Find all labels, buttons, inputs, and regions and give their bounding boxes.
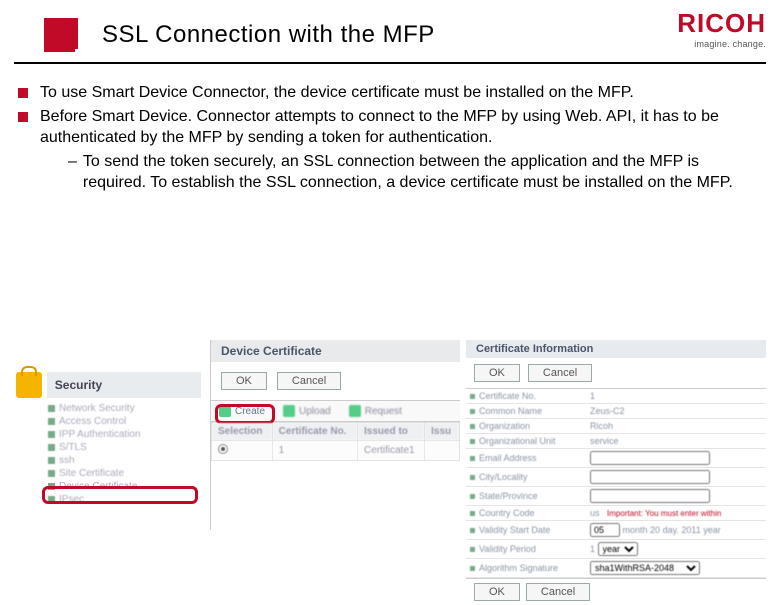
certificate-table: Selection Certificate No. Issued to Issu… — [211, 422, 460, 461]
highlight-ring-icon — [215, 404, 275, 424]
col-issuer: Issu — [425, 423, 460, 441]
month-field[interactable] — [590, 523, 620, 537]
brand-tagline: imagine. change. — [677, 39, 766, 49]
cancel-button[interactable]: Cancel — [277, 372, 341, 390]
bullet-1: To use Smart Device Connector, the devic… — [36, 82, 744, 104]
sidebar-item[interactable]: Access Control — [48, 415, 204, 428]
panel-title: Device Certificate — [211, 340, 460, 362]
sub-bullet-1: – To send the token securely, an SSL con… — [36, 151, 744, 194]
validity-start-date[interactable]: month 20 day. 2011 year — [586, 521, 766, 540]
bullet-2: Before Smart Device. Connector attempts … — [36, 106, 744, 149]
request-button[interactable]: Request — [349, 405, 402, 417]
screenshot-strip: Security Network Security Access Control… — [14, 340, 766, 530]
algorithm-select[interactable]: sha1WithRSA-2048 — [590, 561, 700, 575]
highlight-ring-icon — [42, 486, 198, 504]
city-field[interactable] — [590, 470, 710, 484]
bullet-1-text: To use Smart Device Connector, the devic… — [40, 82, 634, 104]
sidebar-item[interactable]: Site Certificate — [48, 467, 204, 480]
slide-header: SSL Connection with the MFP RICOH imagin… — [14, 0, 766, 64]
upload-button[interactable]: Upload — [283, 405, 331, 417]
upload-icon — [283, 405, 295, 417]
sidebar-item[interactable]: S/TLS — [48, 441, 204, 454]
bullet-square-icon — [44, 18, 78, 52]
bullet-2-text: Before Smart Device. Connector attempts … — [40, 106, 744, 149]
col-cert-no: Certificate No. — [272, 423, 357, 441]
slide-title: SSL Connection with the MFP — [102, 21, 435, 49]
security-header: Security — [47, 372, 201, 398]
sub-bullet-1-text: To send the token securely, an SSL conne… — [83, 151, 744, 194]
sidebar-item[interactable]: IPP Authentication — [48, 428, 204, 441]
certificate-info-screenshot: Certificate Information OK Cancel Certif… — [466, 340, 766, 530]
security-panel-screenshot: Security Network Security Access Control… — [14, 340, 204, 530]
dash-icon: – — [68, 151, 77, 173]
table-row[interactable]: 1 Certificate1 — [212, 441, 460, 461]
radio-selected-icon[interactable] — [218, 444, 228, 454]
cancel-button[interactable]: Cancel — [528, 364, 592, 382]
square-bullet-icon — [18, 112, 28, 122]
lock-icon — [16, 372, 42, 398]
brand-block: RICOH imagine. change. — [677, 8, 766, 49]
request-icon — [349, 405, 361, 417]
state-field[interactable] — [590, 489, 710, 503]
col-issued-to: Issued to — [357, 423, 424, 441]
panel-title: Certificate Information — [466, 340, 766, 358]
sidebar-item[interactable]: ssh — [48, 454, 204, 467]
square-bullet-icon — [18, 88, 28, 98]
col-selection: Selection — [212, 423, 273, 441]
cancel-button[interactable]: Cancel — [526, 583, 590, 601]
email-field[interactable] — [590, 451, 710, 465]
cert-info-table: Certificate No.1 Common NameZeus-C2 Orga… — [466, 389, 766, 578]
ok-button[interactable]: OK — [474, 364, 520, 382]
sidebar-item[interactable]: Network Security — [48, 402, 204, 415]
period-unit-select[interactable]: year — [598, 542, 638, 556]
body-text: To use Smart Device Connector, the devic… — [0, 64, 780, 194]
device-certificate-screenshot: Device Certificate OK Cancel Create Uplo… — [210, 340, 460, 530]
ok-button[interactable]: OK — [221, 372, 267, 390]
ricoh-logo: RICOH — [677, 8, 766, 39]
ok-button[interactable]: OK — [474, 583, 520, 601]
